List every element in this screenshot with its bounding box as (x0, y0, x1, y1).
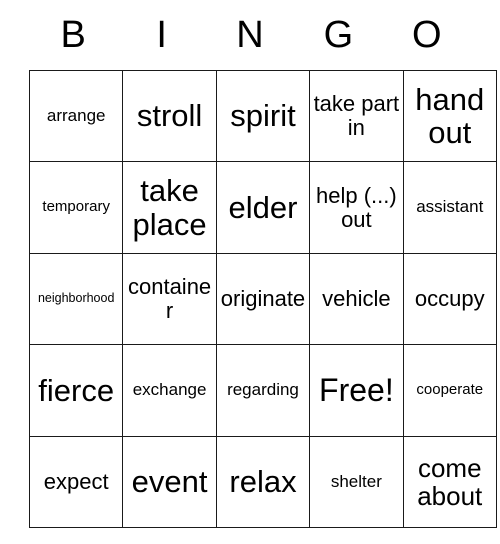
bingo-cell-label: shelter (330, 471, 382, 491)
bingo-cell[interactable]: container (122, 252, 217, 346)
bingo-row: expect event relax shelter come about (28, 435, 497, 528)
bingo-cell-label: vehicle (322, 286, 391, 312)
bingo-cell-label: neighborhood (37, 291, 115, 306)
bingo-cell-label: assistant (416, 197, 484, 217)
bingo-card: B I N G O arrange stroll spirit take par… (28, 0, 497, 528)
bingo-header-letter-i: I (156, 14, 167, 56)
bingo-cell[interactable]: expect (28, 435, 124, 528)
bingo-cell-label: occupy (414, 286, 485, 312)
bingo-cell[interactable]: arrange (28, 69, 124, 163)
bingo-cell[interactable]: spirit (215, 69, 311, 163)
bingo-header-letter-n: N (236, 14, 264, 56)
bingo-cell[interactable]: assistant (402, 161, 497, 254)
bingo-cell[interactable]: regarding (215, 344, 311, 437)
bingo-row: arrange stroll spirit take part in hand … (28, 69, 497, 163)
bingo-cell-label: help (...) out (316, 182, 397, 232)
bingo-cell-label: arrange (46, 106, 106, 126)
bingo-cell-label: come about (417, 452, 483, 511)
bingo-cell[interactable]: take part in (309, 69, 404, 163)
bingo-cell-label: hand out (415, 81, 485, 151)
bingo-cell[interactable]: shelter (309, 435, 404, 528)
bingo-cell[interactable]: vehicle (309, 252, 404, 346)
bingo-cell-label: take part in (313, 91, 400, 141)
bingo-cell[interactable]: originate (215, 252, 311, 346)
bingo-cell[interactable]: neighborhood (28, 252, 124, 346)
bingo-cell[interactable]: take place (122, 161, 217, 254)
bingo-cell[interactable]: event (122, 435, 217, 528)
bingo-row: fierce exchange regarding Free! cooperat… (28, 344, 497, 437)
bingo-cell-label: temporary (42, 198, 110, 216)
bingo-cell-label: cooperate (416, 381, 484, 399)
bingo-cell[interactable]: temporary (28, 161, 124, 254)
bingo-header-letter-b: B (60, 14, 86, 56)
bingo-cell-label: take place (132, 173, 207, 242)
bingo-cell[interactable]: hand out (402, 69, 497, 163)
bingo-cell[interactable]: come about (402, 435, 497, 528)
bingo-cell[interactable]: exchange (122, 344, 217, 437)
bingo-row: temporary take place elder help (...) ou… (28, 161, 497, 254)
bingo-cell-label: originate (220, 286, 306, 312)
bingo-cell[interactable]: stroll (122, 69, 217, 163)
bingo-cell[interactable]: cooperate (402, 344, 497, 437)
bingo-row: neighborhood container originate vehicle… (28, 252, 497, 346)
bingo-cell-label: regarding (227, 380, 299, 400)
bingo-cell[interactable]: occupy (402, 252, 497, 346)
bingo-cell[interactable]: elder (215, 161, 311, 254)
bingo-cell-free[interactable]: Free! (309, 344, 404, 437)
bingo-cell[interactable]: fierce (28, 344, 124, 437)
bingo-cell-label: stroll (136, 98, 203, 134)
bingo-cell[interactable]: relax (215, 435, 311, 528)
bingo-cell-label: container (127, 274, 212, 323)
bingo-cell-label: spirit (230, 98, 296, 134)
bingo-header-letter-o: O (412, 14, 442, 56)
bingo-cell-label: elder (228, 189, 298, 225)
bingo-grid: arrange stroll spirit take part in hand … (28, 69, 497, 528)
bingo-cell-label: event (131, 464, 208, 500)
bingo-cell-label: fierce (38, 372, 115, 408)
bingo-header-letter-g: G (323, 14, 354, 56)
bingo-cell-label: exchange (132, 380, 207, 400)
bingo-cell-label: expect (43, 468, 109, 494)
bingo-free-label: Free! (319, 372, 394, 409)
bingo-header-row: B I N G O (29, 0, 471, 70)
bingo-cell[interactable]: help (...) out (309, 161, 404, 254)
bingo-cell-label: relax (229, 464, 297, 500)
